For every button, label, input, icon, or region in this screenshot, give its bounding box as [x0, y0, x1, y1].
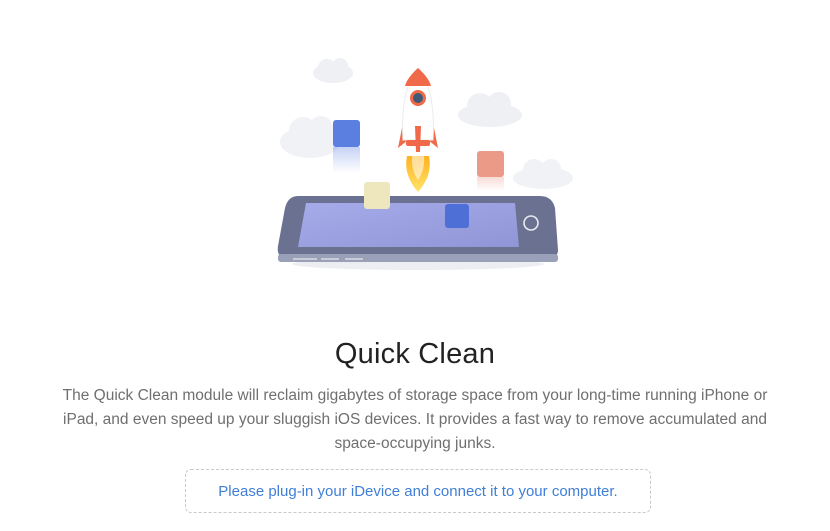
quick-clean-page: Quick Clean The Quick Clean module will … — [0, 0, 830, 531]
module-description: The Quick Clean module will reclaim giga… — [62, 387, 768, 452]
cloud-icon — [513, 159, 573, 189]
device-connect-prompt-text: Please plug-in your iDevice and connect … — [218, 482, 618, 500]
app-tile-icon — [477, 151, 504, 191]
cloud-icon — [313, 58, 353, 83]
cloud-icon — [280, 116, 340, 158]
cloud-icon — [458, 92, 522, 127]
app-tile-icon — [333, 120, 360, 173]
rocket-icon — [398, 67, 438, 192]
page-title: Quick Clean — [334, 338, 496, 370]
quick-clean-illustration — [277, 58, 573, 270]
app-tile-icon — [364, 182, 390, 209]
device-connect-prompt: Please plug-in your iDevice and connect … — [185, 469, 651, 513]
app-tile-icon — [445, 204, 469, 228]
tablet-icon — [277, 196, 558, 270]
